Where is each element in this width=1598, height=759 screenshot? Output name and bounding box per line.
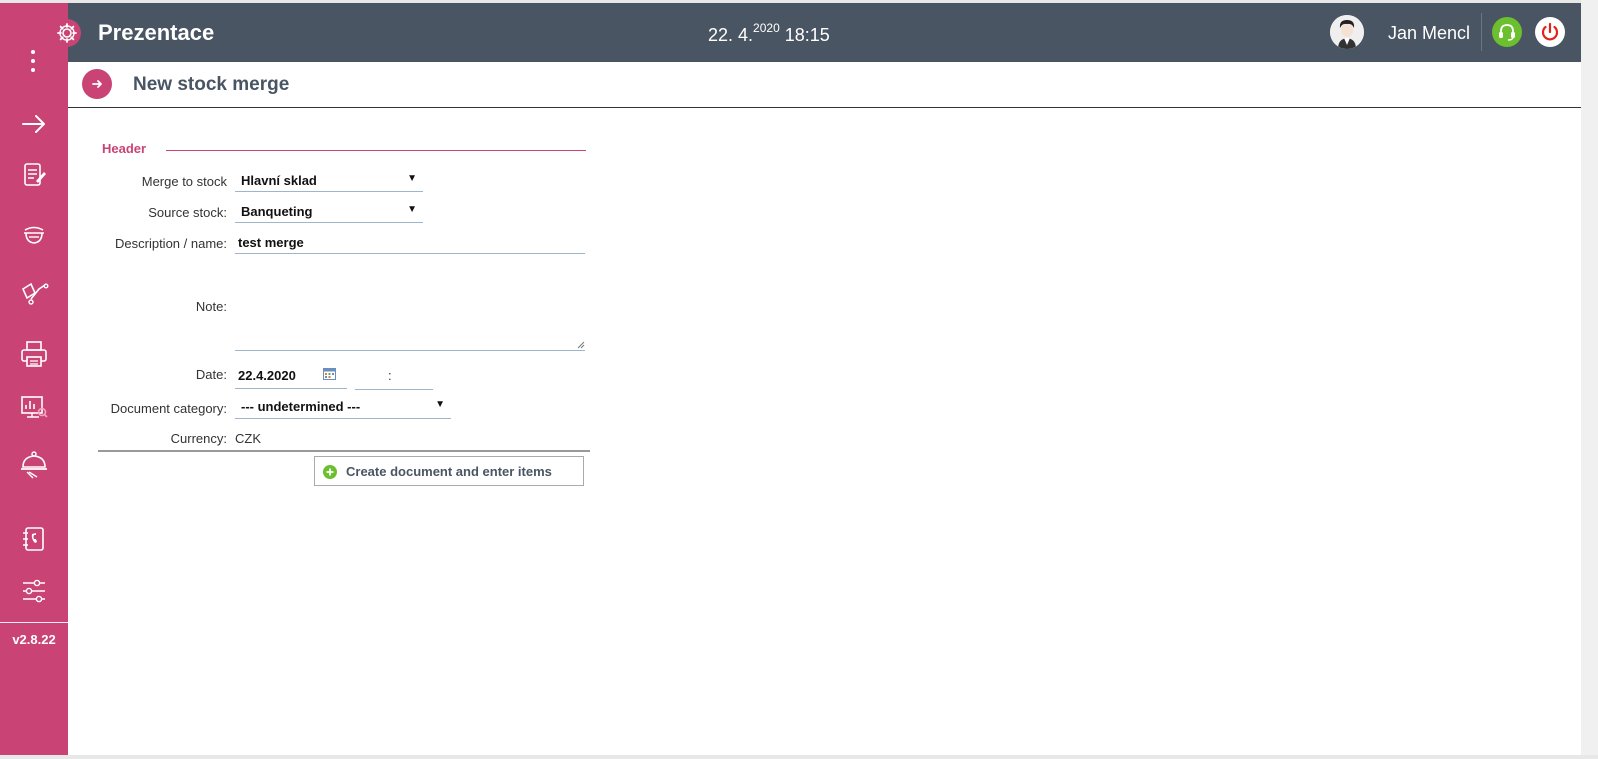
source-stock-select[interactable]: Banqueting ▼: [235, 200, 423, 223]
top-bar: Prezentace 22. 4.2020 18:15 Jan Mencl: [53, 3, 1581, 62]
form-divider: [98, 450, 590, 452]
gear-icon[interactable]: [53, 19, 81, 47]
description-value: test merge: [238, 235, 304, 250]
stock-icon: [21, 282, 49, 305]
create-document-label: Create document and enter items: [346, 464, 552, 479]
arrow-right-circle-icon[interactable]: [82, 69, 112, 99]
current-year: 2020: [753, 21, 780, 35]
category-label: Document category:: [110, 401, 227, 416]
sidebar-item-stock-items[interactable]: Stock items: [0, 161, 140, 202]
merge-to-stock-label: Merge to stock: [141, 174, 227, 189]
page-title: New stock merge: [133, 74, 290, 95]
chevron-down-icon: ▼: [435, 399, 445, 410]
sidebar-item-banquet[interactable]: Banquet / Breakfast: [0, 450, 140, 493]
window-bottom-border: [0, 755, 1598, 759]
sidebar-item-recipes[interactable]: Recipes: [0, 220, 140, 261]
merge-to-stock-select[interactable]: Hlavní sklad ▼: [235, 169, 423, 192]
plus-circle-icon: [323, 465, 337, 479]
recipes-icon: [24, 226, 44, 244]
sidebar: Stock items Recipes Stock ePOS Reporting…: [0, 3, 140, 755]
note-label: Note:: [195, 299, 227, 314]
sidebar-item-label: Settings: [100, 606, 140, 618]
printer-icon: [21, 341, 47, 367]
source-stock-value: Banqueting: [241, 204, 313, 219]
time-separator: :: [388, 368, 392, 383]
note-textarea[interactable]: [235, 290, 585, 351]
user-name[interactable]: Jan Mencl: [1388, 23, 1470, 44]
chevron-down-icon: ▼: [407, 173, 417, 184]
sidebar-item-stock[interactable]: Stock: [0, 279, 140, 322]
sidebar-item-epos[interactable]: ePOS: [0, 339, 140, 382]
sidebar-divider: [0, 622, 68, 623]
sidebar-item-reportings[interactable]: Reportings: [0, 395, 140, 434]
sidebar-item-settings[interactable]: Settings: [0, 577, 140, 618]
more-menu-icon[interactable]: [31, 50, 35, 77]
category-value: --- undetermined ---: [241, 399, 361, 414]
category-select[interactable]: --- undetermined --- ▼: [235, 395, 451, 419]
chevron-down-icon: ▼: [407, 204, 417, 215]
source-stock-label: Source stock:: [148, 205, 227, 220]
section-title: Header: [102, 141, 147, 156]
app-title: Prezentace: [98, 20, 215, 45]
stock-items-icon: [24, 163, 46, 186]
description-input[interactable]: test merge: [235, 231, 585, 254]
calendar-icon[interactable]: [323, 368, 336, 380]
cloche-icon: [21, 451, 47, 479]
sidebar-item-label: Recipes: [100, 249, 140, 261]
app-version: v2.8.22: [12, 632, 56, 647]
reportings-icon: [21, 396, 48, 418]
description-label: Description / name:: [115, 236, 227, 251]
date-value: 22.4.2020: [238, 368, 296, 383]
sidebar-item-label: Stock items: [83, 190, 140, 202]
resize-handle-icon[interactable]: [577, 341, 585, 349]
time-input[interactable]: :: [355, 363, 433, 390]
sidebar-item-address-book[interactable]: Address book: [0, 525, 140, 566]
window-scrollbar-gutter: [1581, 0, 1598, 759]
address-book-icon: [23, 527, 44, 551]
page-header: New stock merge: [68, 62, 1581, 108]
current-date: 22. 4.: [708, 25, 754, 45]
create-document-button[interactable]: Create document and enter items: [314, 456, 584, 486]
section-divider: [166, 150, 586, 151]
current-datetime: 22. 4.2020 18:15: [708, 21, 830, 46]
currency-label: Currency:: [170, 431, 227, 446]
current-time: 18:15: [784, 25, 830, 45]
merge-to-stock-value: Hlavní sklad: [241, 173, 317, 188]
date-label: Date:: [195, 367, 227, 382]
sidebar-item-label-line2: Breakfast: [93, 478, 140, 490]
topbar-divider: [1481, 13, 1482, 51]
avatar[interactable]: [1330, 15, 1364, 49]
sliders-icon: [23, 579, 45, 603]
arrow-right-icon[interactable]: [20, 113, 48, 135]
sidebar-item-label: Address book: [72, 554, 140, 566]
power-icon[interactable]: [1535, 17, 1565, 47]
support-headset-icon[interactable]: [1492, 17, 1522, 47]
currency-value: CZK: [235, 431, 261, 446]
